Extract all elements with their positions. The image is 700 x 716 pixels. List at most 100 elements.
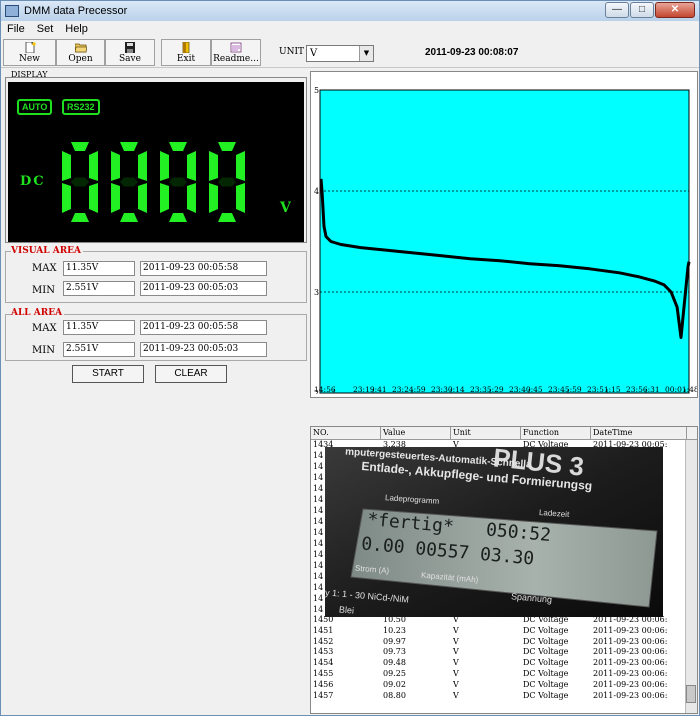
table-cell: V xyxy=(453,647,459,657)
table-row[interactable]: 1457 08.80 V DC Voltage 2011-09-23 00:06: xyxy=(311,691,687,701)
table-cell: 1457 xyxy=(313,690,334,700)
photo-footer-text2: Blei xyxy=(338,604,355,616)
segment-d xyxy=(71,213,89,222)
table-cell: 09.25 xyxy=(383,669,406,678)
display-unit: V xyxy=(280,200,291,216)
all-area-title: ALL AREA xyxy=(11,308,65,318)
table-cell: 2011-09-23 00:06: xyxy=(593,647,668,657)
menu-bar: File Set Help xyxy=(1,21,699,37)
segment-a xyxy=(71,142,89,151)
chevron-down-icon[interactable]: ▼ xyxy=(359,46,373,61)
unit-select[interactable]: V ▼ xyxy=(306,45,374,62)
new-button[interactable]: New xyxy=(3,39,56,66)
maximize-button[interactable]: □ xyxy=(630,2,654,18)
table-cell: 09.48 xyxy=(383,658,406,668)
table-cell: 2011-09-23 00:06: xyxy=(593,636,668,646)
new-file-icon xyxy=(25,42,36,53)
column-header[interactable]: Function xyxy=(521,427,591,440)
start-button[interactable]: START xyxy=(72,365,144,383)
table-cell: 1454 xyxy=(313,658,334,668)
open-button[interactable]: Open xyxy=(56,39,105,66)
readme-button-label: Readme... xyxy=(213,54,259,64)
segment-g xyxy=(71,177,89,187)
all-min-value: 2.551V xyxy=(63,342,135,357)
column-header[interactable]: Value xyxy=(381,427,451,440)
segment-g xyxy=(218,177,236,187)
y-tick-label: 3 xyxy=(314,288,319,297)
segment-c xyxy=(89,183,98,213)
x-tick-label: 23:51:15 xyxy=(587,385,621,394)
table-cell: V xyxy=(453,636,459,646)
unit-label: UNIT xyxy=(279,47,305,57)
visual-area-title: VISUAL AREA xyxy=(11,246,84,256)
minimize-button[interactable]: — xyxy=(605,2,629,18)
column-header[interactable]: DateTime xyxy=(591,427,687,440)
table-row[interactable]: 1452 09.97 V DC Voltage 2011-09-23 00:06: xyxy=(311,637,687,647)
scrollbar-thumb[interactable] xyxy=(686,685,696,703)
app-window: DMM data Precessor — □ ✕ File Set Help N… xyxy=(0,0,700,716)
x-axis-band xyxy=(311,394,697,397)
title-bar: DMM data Precessor — □ ✕ xyxy=(1,1,699,21)
clear-button[interactable]: CLEAR xyxy=(155,365,227,383)
segment-g xyxy=(169,177,187,187)
table-cell: 08.80 xyxy=(383,690,406,700)
menu-help[interactable]: Help xyxy=(59,23,94,35)
segment-c xyxy=(187,183,196,213)
table-row[interactable]: 1455 09.25 V DC Voltage 2011-09-23 00:06: xyxy=(311,669,687,679)
table-cell: V xyxy=(453,625,459,635)
open-button-label: Open xyxy=(68,54,93,64)
table-cell: DC Voltage xyxy=(523,679,569,689)
rs232-badge: RS232 xyxy=(62,99,100,115)
visual-max-value: 11.35V xyxy=(63,261,135,276)
menu-file[interactable]: File xyxy=(1,23,31,35)
segment-b xyxy=(138,151,147,181)
column-header[interactable]: NO. xyxy=(311,427,381,440)
unit-select-value: V xyxy=(310,48,318,59)
visual-max-time: 2011-09-23 00:05:58 xyxy=(140,261,267,276)
segment-e xyxy=(111,183,120,213)
folder-open-icon xyxy=(74,43,87,53)
segment-d xyxy=(120,213,138,222)
segment-f xyxy=(160,151,169,181)
table-cell: 10.23 xyxy=(383,625,406,635)
table-vertical-scrollbar[interactable] xyxy=(685,440,697,713)
table-cell: 09.97 xyxy=(383,636,406,646)
exit-button[interactable]: Exit xyxy=(161,39,211,66)
table-cell: 2011-09-23 00:06: xyxy=(593,669,668,678)
table-row[interactable]: 1453 09.73 V DC Voltage 2011-09-23 00:06: xyxy=(311,647,687,657)
column-header[interactable]: Unit xyxy=(451,427,521,440)
table-cell: V xyxy=(453,690,459,700)
segment-c xyxy=(236,183,245,213)
table-cell: 1453 xyxy=(313,647,334,657)
app-icon xyxy=(5,5,19,17)
all-max-label: MAX xyxy=(32,323,57,334)
table-row[interactable]: 1451 10.23 V DC Voltage 2011-09-23 00:06: xyxy=(311,626,687,636)
segment-f xyxy=(111,151,120,181)
table-cell: 2011-09-23 00:06: xyxy=(593,679,668,689)
exit-button-label: Exit xyxy=(176,54,196,64)
voltage-chart[interactable]: 543214:56 23:19:41 23:24:59 23:30:14 23:35:2… xyxy=(311,72,699,398)
x-tick-label: 23:56:31 xyxy=(626,385,660,394)
table-cell: DC Voltage xyxy=(523,690,569,700)
table-row[interactable]: 1454 09.48 V DC Voltage 2011-09-23 00:06: xyxy=(311,658,687,668)
exit-door-icon xyxy=(182,42,190,53)
segment-f xyxy=(62,151,71,181)
table-cell: 09.73 xyxy=(383,647,406,657)
table-cell: 2011-09-23 00:06: xyxy=(593,625,668,635)
save-button-label: Save xyxy=(119,54,141,64)
save-button[interactable]: Save xyxy=(105,39,155,66)
all-max-value: 11.35V xyxy=(63,320,135,335)
toolbar: New Open Save Exit Readme... UNIT V ▼ 20… xyxy=(1,37,699,68)
all-min-label: MIN xyxy=(32,345,55,356)
menu-set[interactable]: Set xyxy=(31,23,60,35)
readme-button[interactable]: Readme... xyxy=(211,39,261,66)
segment-e xyxy=(62,183,71,213)
segment-digit xyxy=(111,142,147,222)
close-button[interactable]: ✕ xyxy=(655,2,695,18)
visual-min-time: 2011-09-23 00:05:03 xyxy=(140,281,267,296)
table-cell: 2011-09-23 00:06: xyxy=(593,658,668,668)
segment-b xyxy=(187,151,196,181)
table-row[interactable]: 1456 09.02 V DC Voltage 2011-09-23 00:06: xyxy=(311,680,687,690)
x-tick-label: 00:01:48 xyxy=(665,385,697,394)
segment-e xyxy=(160,183,169,213)
